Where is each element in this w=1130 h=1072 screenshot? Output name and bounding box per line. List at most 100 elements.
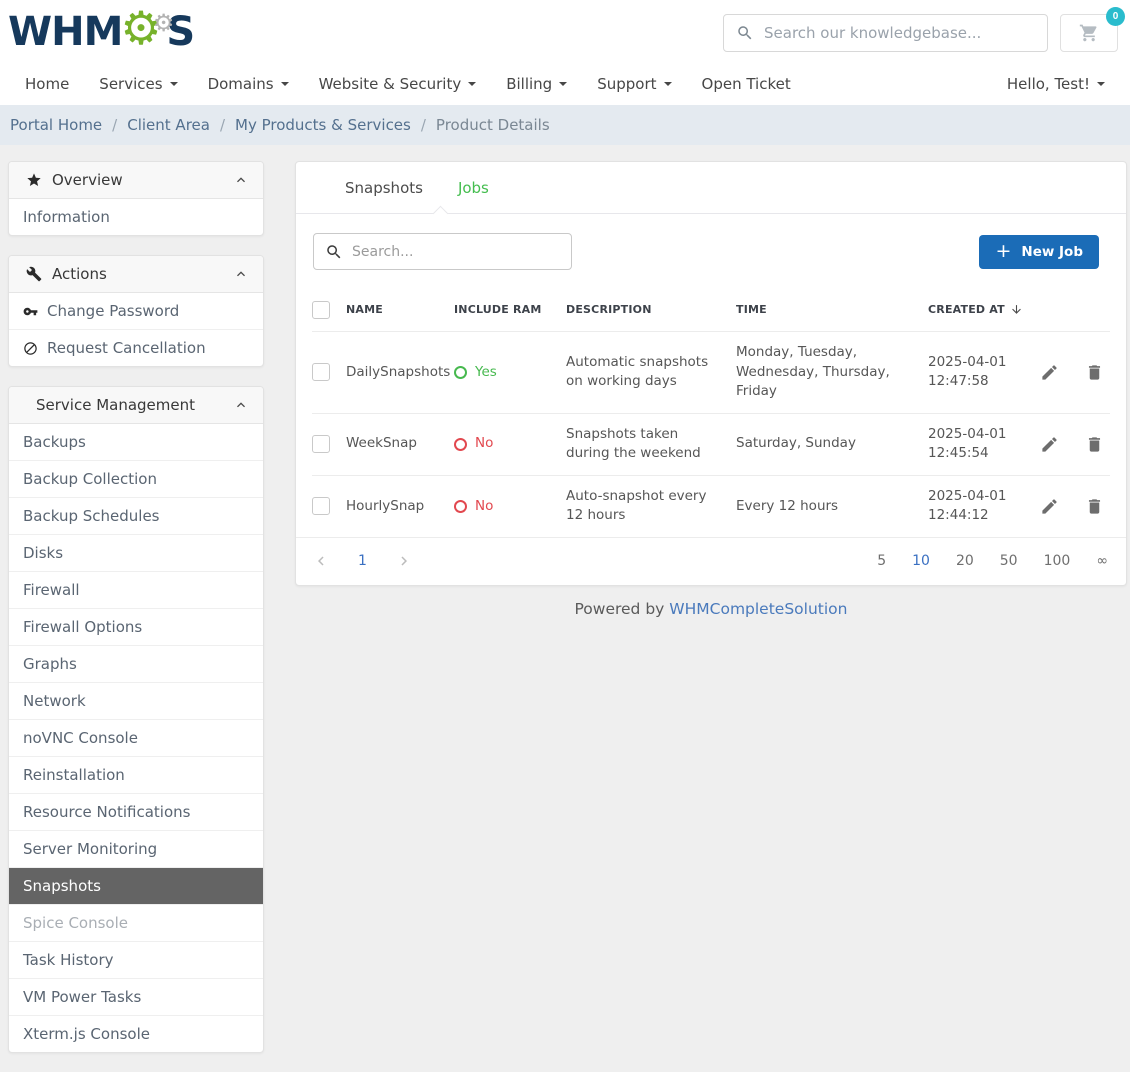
- page-size-100[interactable]: 100: [1044, 553, 1071, 569]
- breadcrumb-bar: Portal Home / Client Area / My Products …: [0, 105, 1130, 145]
- sidebar-item-snapshots[interactable]: Snapshots: [9, 867, 263, 904]
- jobs-toolbar: + New Job: [296, 214, 1126, 288]
- column-header-created-at[interactable]: CREATED AT: [928, 303, 1040, 316]
- row-checkbox[interactable]: [312, 497, 330, 515]
- select-all-checkbox[interactable]: [312, 301, 330, 319]
- trash-icon: [1085, 363, 1104, 382]
- sidebar-item-request-cancellation[interactable]: Request Cancellation: [9, 329, 263, 366]
- sidebar-item-backup-schedules[interactable]: Backup Schedules: [9, 497, 263, 534]
- main-nav: Home Services Domains Website & Security…: [0, 62, 1130, 105]
- sidebar-item-firewall[interactable]: Firewall: [9, 571, 263, 608]
- knowledgebase-search-input[interactable]: [764, 24, 1035, 42]
- sidebar-item-backup-collection[interactable]: Backup Collection: [9, 460, 263, 497]
- job-created-at: 2025-04-01 12:47:58: [928, 353, 1040, 392]
- footer: Powered by WHMCompleteSolution: [295, 600, 1127, 618]
- sidebar-item-backups[interactable]: Backups: [9, 424, 263, 460]
- page-size-20[interactable]: 20: [956, 553, 974, 569]
- job-description: Auto-snapshot every 12 hours: [566, 487, 736, 526]
- prev-page-button[interactable]: [312, 552, 330, 570]
- column-header-created-at-label: CREATED AT: [928, 303, 1005, 316]
- nav-item-open-ticket[interactable]: Open Ticket: [702, 75, 791, 93]
- sidebar-item-spice-console[interactable]: Spice Console: [9, 904, 263, 941]
- delete-button[interactable]: [1085, 497, 1104, 516]
- tab-jobs[interactable]: Jobs: [458, 162, 489, 213]
- logo-gears: ⚙ ⚙: [122, 8, 166, 56]
- snapshots-jobs-card: Snapshots Jobs + New Job NAME INCLU: [295, 161, 1127, 586]
- sidebar-item-server-monitoring[interactable]: Server Monitoring: [9, 830, 263, 867]
- nav-item-services[interactable]: Services: [99, 75, 177, 93]
- sidebar-item-label: Backup Collection: [23, 470, 157, 488]
- job-description: Snapshots taken during the weekend: [566, 425, 736, 464]
- caret-down-icon: [664, 82, 672, 86]
- sidebar-item-task-history[interactable]: Task History: [9, 941, 263, 978]
- breadcrumb-my-products[interactable]: My Products & Services: [235, 116, 411, 134]
- job-name: DailySnapshots: [346, 363, 454, 383]
- service-management-panel-header[interactable]: Service Management: [9, 387, 263, 424]
- edit-button[interactable]: [1040, 363, 1059, 382]
- breadcrumb-client-area[interactable]: Client Area: [127, 116, 210, 134]
- sidebar-item-network[interactable]: Network: [9, 682, 263, 719]
- nav-item-domains[interactable]: Domains: [208, 75, 289, 93]
- breadcrumb: Portal Home / Client Area / My Products …: [10, 116, 550, 134]
- sidebar-item-label: Network: [23, 692, 86, 710]
- new-job-button-label: New Job: [1021, 244, 1083, 260]
- job-time: Monday, Tuesday, Wednesday, Thursday, Fr…: [736, 343, 928, 402]
- job-name: WeekSnap: [346, 434, 454, 454]
- edit-button[interactable]: [1040, 497, 1059, 516]
- caret-down-icon: [468, 82, 476, 86]
- sidebar-item-novnc-console[interactable]: noVNC Console: [9, 719, 263, 756]
- actions-panel-header[interactable]: Actions: [9, 256, 263, 293]
- nav-item-website-security[interactable]: Website & Security: [319, 75, 477, 93]
- page-size-10[interactable]: 10: [912, 553, 930, 569]
- nav-item-support[interactable]: Support: [597, 75, 671, 93]
- page-size-5[interactable]: 5: [877, 553, 886, 569]
- breadcrumb-portal-home[interactable]: Portal Home: [10, 116, 102, 134]
- ban-icon: [23, 341, 38, 356]
- sidebar-item-graphs[interactable]: Graphs: [9, 645, 263, 682]
- row-checkbox[interactable]: [312, 363, 330, 381]
- column-header-description[interactable]: DESCRIPTION: [566, 303, 736, 316]
- job-created-at: 2025-04-01 12:44:12: [928, 487, 1040, 526]
- sidebar-item-vm-power-tasks[interactable]: VM Power Tasks: [9, 978, 263, 1015]
- delete-button[interactable]: [1085, 363, 1104, 382]
- nav-item-billing[interactable]: Billing: [506, 75, 567, 93]
- sidebar-item-label: Backups: [23, 433, 86, 451]
- next-page-button[interactable]: [395, 552, 413, 570]
- nav-label: Domains: [208, 75, 274, 93]
- column-header-include-ram[interactable]: INCLUDE RAM: [454, 303, 566, 316]
- column-header-time[interactable]: TIME: [736, 303, 928, 316]
- edit-button[interactable]: [1040, 435, 1059, 454]
- sidebar-item-disks[interactable]: Disks: [9, 534, 263, 571]
- cart-button[interactable]: 0: [1060, 14, 1118, 52]
- job-time: Saturday, Sunday: [736, 434, 928, 454]
- whmcompletesolution-link[interactable]: WHMCompleteSolution: [669, 600, 847, 618]
- powered-by-text: Powered by: [575, 600, 665, 618]
- sidebar-item-change-password[interactable]: Change Password: [9, 293, 263, 329]
- include-ram-label: No: [475, 434, 493, 454]
- sidebar-item-reinstallation[interactable]: Reinstallation: [9, 756, 263, 793]
- sidebar-item-information[interactable]: Information: [9, 199, 263, 235]
- column-header-name[interactable]: NAME: [346, 303, 454, 316]
- row-checkbox[interactable]: [312, 435, 330, 453]
- user-menu[interactable]: Hello, Test!: [1007, 75, 1105, 93]
- actions-panel-title: Actions: [52, 265, 233, 283]
- overview-panel-header[interactable]: Overview: [9, 162, 263, 199]
- whmcs-logo[interactable]: WHM ⚙ ⚙ S: [8, 8, 194, 56]
- jobs-search-input[interactable]: [352, 244, 560, 260]
- sidebar-item-label: Spice Console: [23, 914, 128, 932]
- sidebar-item-resource-notifications[interactable]: Resource Notifications: [9, 793, 263, 830]
- nav-label: Open Ticket: [702, 75, 791, 93]
- sidebar-item-label: Server Monitoring: [23, 840, 157, 858]
- table-header-row: NAME INCLUDE RAM DESCRIPTION TIME CREATE…: [312, 288, 1110, 332]
- sidebar-item-firewall-options[interactable]: Firewall Options: [9, 608, 263, 645]
- pencil-icon: [1040, 435, 1059, 454]
- delete-button[interactable]: [1085, 435, 1104, 454]
- page-size-unlimited[interactable]: ∞: [1096, 553, 1108, 569]
- page-size-50[interactable]: 50: [1000, 553, 1018, 569]
- nav-item-home[interactable]: Home: [25, 75, 69, 93]
- row-actions: [1040, 363, 1110, 382]
- tab-snapshots[interactable]: Snapshots: [345, 162, 423, 213]
- new-job-button[interactable]: + New Job: [979, 235, 1099, 269]
- sidebar-item-xterm-console[interactable]: Xterm.js Console: [9, 1015, 263, 1052]
- page-number-1[interactable]: 1: [352, 553, 373, 569]
